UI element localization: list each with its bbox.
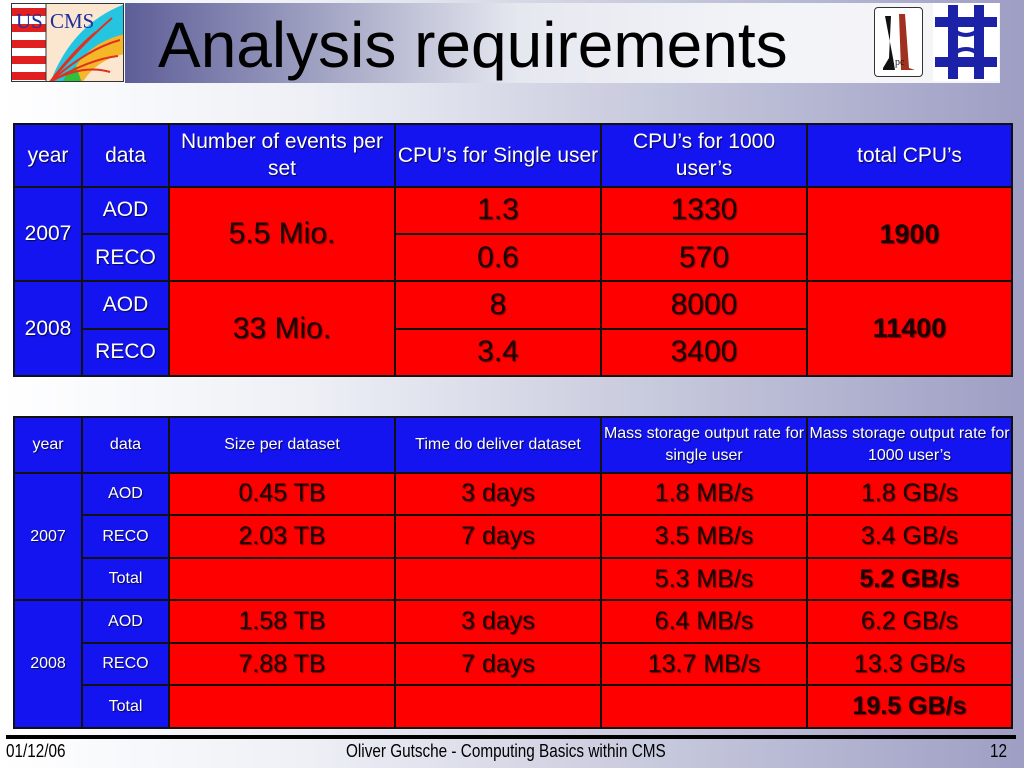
header-rate-single-user: Mass storage output rate for single user — [600, 416, 808, 474]
rate-single-cell: 1.8 MB/s — [600, 471, 808, 517]
data-type-cell: AOD — [81, 280, 170, 330]
year-cell: 2008 — [13, 599, 83, 729]
data-type-cell: RECO — [81, 327, 170, 378]
time-cell — [394, 556, 602, 602]
cpu-single-cell: 3.4 — [394, 327, 602, 378]
data-type-cell: Total — [81, 556, 170, 602]
data-type-cell: AOD — [81, 185, 170, 236]
cpu-single-cell: 8 — [394, 280, 602, 330]
data-type-cell: RECO — [81, 233, 170, 283]
size-cell: 0.45 TB — [168, 471, 396, 517]
data-type-cell: AOD — [81, 599, 170, 644]
footer-date: 01/12/06 — [6, 741, 66, 761]
header-cpu-1000-users: CPU’s for 1000 user’s — [600, 123, 808, 188]
year-cell: 2007 — [13, 471, 83, 602]
table-row-total: Total 5.3 MB/s 5.2 GB/s — [14, 556, 1013, 602]
footer-presentation-info: Oliver Gutsche - Computing Basics within… — [346, 741, 666, 761]
rate-1000-cell: 1.8 GB/s — [806, 471, 1013, 517]
cpu-1000-cell: 3400 — [600, 327, 808, 378]
svg-text:4: 4 — [887, 55, 894, 70]
cpu-1000-cell: 8000 — [600, 280, 808, 330]
header-year: year — [13, 123, 83, 188]
header-events-per-set: Number of events per set — [168, 123, 396, 188]
table-row: 2008 AOD 33 Mio. 8 8000 11400 — [13, 280, 1013, 377]
storage-requirements-table: year data Size per dataset Time do deliv… — [13, 416, 1013, 729]
year-cell: 2008 — [13, 280, 83, 377]
table-row-total: Total 19.5 GB/s — [14, 684, 1013, 729]
time-cell: 3 days — [394, 599, 602, 644]
table-row: 2008 AOD 1.58 TB 3 days 6.4 MB/s 6.2 GB/… — [13, 599, 1013, 729]
data-type-cell: Total — [81, 684, 170, 729]
rate-single-cell: 13.7 MB/s — [600, 641, 808, 687]
cpu-requirements-table: year data Number of events per set CPU’s… — [13, 123, 1013, 378]
data-type-cell: RECO — [81, 641, 170, 687]
events-cell: 5.5 Mio. — [168, 185, 396, 283]
data-type-cell: RECO — [81, 514, 170, 559]
uscms-logo: US CMS — [11, 3, 124, 82]
rate-single-cell — [600, 684, 808, 729]
year-cell: 2007 — [13, 185, 83, 283]
footer-divider — [6, 735, 1016, 739]
cpu-single-cell: 0.6 — [394, 233, 602, 283]
rate-single-cell: 3.5 MB/s — [600, 514, 808, 559]
rate-1000-cell: 13.3 GB/s — [806, 641, 1013, 687]
data-type-cell: AOD — [81, 471, 170, 517]
size-cell: 1.58 TB — [168, 599, 396, 644]
size-cell: 7.88 TB — [168, 641, 396, 687]
cpu-1000-cell: 1330 — [600, 185, 808, 236]
time-cell: 7 days — [394, 641, 602, 687]
table-row: 2007 AOD 0.45 TB 3 days 1.8 MB/s 1.8 GB/… — [13, 471, 1013, 602]
total-cpu-cell: 1900 — [806, 185, 1013, 283]
rate-1000-cell: 6.2 GB/s — [806, 599, 1013, 644]
slide-title: Analysis requirements — [158, 9, 788, 81]
uscms-logo-graphic: US CMS — [12, 4, 123, 81]
fermilab-logo — [933, 3, 999, 81]
header-time-to-deliver: Time do deliver dataset — [394, 416, 602, 474]
header-total-cpus: total CPU’s — [806, 123, 1013, 188]
cpu-1000-cell: 570 — [600, 233, 808, 283]
header-data: data — [81, 123, 170, 188]
footer-page-number: 12 — [990, 741, 1008, 761]
lpc-logo: 4 pc — [874, 7, 923, 77]
table-row: RECO 2.03 TB 7 days 3.5 MB/s 3.4 GB/s — [14, 514, 1013, 559]
header-data: data — [81, 416, 170, 474]
cpu-single-cell: 1.3 — [394, 185, 602, 236]
size-cell: 2.03 TB — [168, 514, 396, 559]
events-cell: 33 Mio. — [168, 280, 396, 377]
size-cell — [168, 684, 396, 729]
time-cell: 7 days — [394, 514, 602, 559]
svg-text:US: US — [16, 9, 43, 33]
header-size-per-dataset: Size per dataset — [168, 416, 396, 474]
table-header-row: year data Number of events per set CPU’s… — [13, 123, 1013, 188]
rate-1000-cell: 3.4 GB/s — [806, 514, 1013, 559]
table-header-row: year data Size per dataset Time do deliv… — [13, 416, 1013, 474]
total-cpu-cell: 11400 — [806, 280, 1013, 377]
svg-text:pc: pc — [895, 57, 905, 68]
header-cpu-single-user: CPU’s for Single user — [394, 123, 602, 188]
time-cell: 3 days — [394, 471, 602, 517]
header-rate-1000-users: Mass storage output rate for 1000 user’s — [806, 416, 1013, 474]
header-year: year — [13, 416, 83, 474]
fermilab-logo-graphic — [933, 3, 999, 81]
rate-1000-total-cell: 5.2 GB/s — [806, 556, 1013, 602]
rate-1000-total-cell: 19.5 GB/s — [806, 684, 1013, 729]
svg-text:CMS: CMS — [50, 9, 94, 33]
rate-single-cell: 6.4 MB/s — [600, 599, 808, 644]
rate-single-cell: 5.3 MB/s — [600, 556, 808, 602]
table-row: RECO 7.88 TB 7 days 13.7 MB/s 13.3 GB/s — [14, 641, 1013, 687]
lpc-logo-graphic: 4 pc — [883, 14, 915, 70]
size-cell — [168, 556, 396, 602]
table-row: 2007 AOD 5.5 Mio. 1.3 1330 1900 — [13, 185, 1013, 283]
time-cell — [394, 684, 602, 729]
